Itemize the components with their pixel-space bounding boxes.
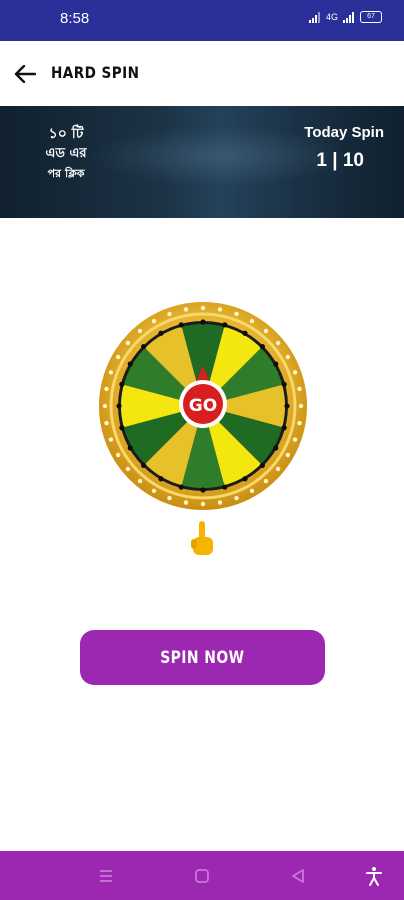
spin-info-card: ১০ টি এড এর পর ক্লিক Today Spin 1 | 10 — [0, 106, 404, 218]
rim-light — [104, 420, 109, 426]
rim-light — [200, 305, 206, 311]
spin-now-label: SPIN NOW — [160, 647, 245, 668]
rim-light — [151, 488, 157, 494]
wheel-stud — [127, 445, 133, 451]
back-arrow-icon — [14, 65, 36, 83]
rim-light — [217, 307, 223, 312]
ad-instruction: ১০ টি এড এর পর ক্লিক — [24, 124, 108, 184]
rim-light — [102, 403, 108, 409]
rim-light — [249, 488, 255, 494]
wheel-stud — [141, 344, 147, 350]
spin-now-button[interactable]: SPIN NOW — [80, 630, 325, 685]
today-spin-label: Today Spin — [304, 124, 384, 141]
spin-wheel[interactable]: GO — [97, 300, 309, 512]
system-nav-bar — [0, 851, 404, 900]
rim-light — [167, 311, 172, 317]
signal-icon-2 — [343, 11, 354, 23]
rim-light — [115, 452, 121, 458]
rim-light — [125, 340, 131, 346]
wheel-graphic: GO — [99, 302, 307, 510]
wheel-stud — [119, 425, 125, 431]
rim-light — [217, 500, 223, 505]
menu-icon[interactable] — [95, 865, 117, 887]
rim-light — [183, 500, 189, 505]
wheel-stud — [281, 425, 287, 431]
wheel-stud — [158, 476, 164, 482]
ad-instruction-line2: এড এর — [45, 146, 87, 161]
back-triangle-icon[interactable] — [287, 865, 309, 887]
wheel-stud — [242, 330, 248, 336]
pointing-hand-icon — [191, 521, 213, 555]
rim-light — [115, 354, 121, 360]
wheel-stud — [222, 322, 228, 328]
rim-light — [263, 478, 269, 484]
wheel-stud — [222, 484, 228, 490]
wheel-stud — [200, 319, 206, 325]
rim-light — [285, 452, 291, 458]
rim-light — [167, 495, 172, 501]
rim-light — [183, 307, 189, 312]
home-square-icon[interactable] — [191, 865, 213, 887]
wheel-stud — [281, 381, 287, 387]
rim-light — [297, 420, 302, 426]
ad-instruction-line3: পর ক্লিক — [47, 167, 85, 180]
wheel-stud — [200, 487, 206, 493]
wheel-stud — [141, 462, 147, 468]
rim-light — [249, 318, 255, 324]
back-button[interactable] — [10, 59, 40, 89]
wheel-stud — [158, 330, 164, 336]
rim-light — [297, 386, 302, 392]
rim-light — [108, 437, 114, 442]
rim-light — [125, 466, 131, 472]
rim-light — [104, 386, 109, 392]
status-bar: 8:58 4G 67 — [0, 0, 404, 41]
rim-light — [263, 328, 269, 334]
rim-light — [137, 478, 143, 484]
app-bar: HARD SPIN — [0, 41, 404, 106]
wheel-stud — [116, 403, 122, 409]
status-time: 8:58 — [60, 10, 90, 27]
rim-light — [137, 328, 143, 334]
wheel-stud — [284, 403, 290, 409]
rim-light — [275, 466, 281, 472]
wheel-stud — [259, 344, 265, 350]
wheel-stud — [178, 322, 184, 328]
rim-light — [108, 370, 114, 375]
ad-instruction-line1: ১০ টি — [48, 126, 84, 142]
rim-light — [292, 437, 298, 442]
wheel-stud — [242, 476, 248, 482]
wheel-stud — [127, 361, 133, 367]
go-label: GO — [189, 396, 217, 416]
signal-icon — [308, 11, 320, 23]
rim-light — [234, 495, 239, 501]
rim-light — [275, 340, 281, 346]
wheel-stud — [119, 381, 125, 387]
battery-icon: 67 — [360, 11, 382, 23]
network-label: 4G — [325, 12, 338, 22]
rim-light — [285, 354, 291, 360]
rim-light — [298, 403, 304, 409]
wheel-stud — [273, 361, 279, 367]
page-title: HARD SPIN — [51, 63, 140, 82]
rim-light — [234, 311, 239, 317]
rim-light — [151, 318, 157, 324]
status-icons: 4G 67 — [308, 11, 382, 23]
accessibility-icon[interactable] — [363, 865, 385, 887]
rim-light — [200, 501, 206, 507]
wheel-stud — [273, 445, 279, 451]
today-spin-count: 1 | 10 — [316, 150, 364, 171]
rim-light — [292, 370, 298, 375]
wheel-stud — [259, 462, 265, 468]
wheel-stud — [178, 484, 184, 490]
